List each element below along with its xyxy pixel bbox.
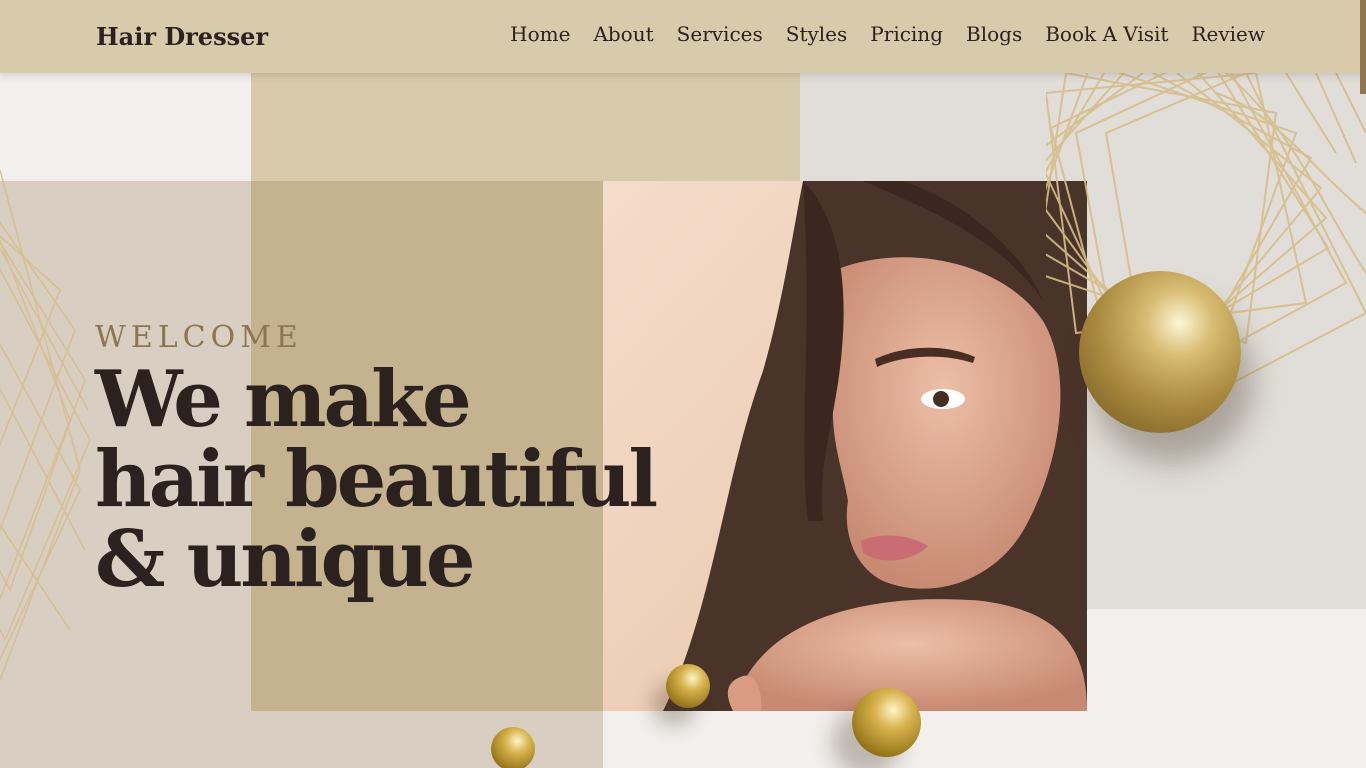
nav-pricing[interactable]: Pricing	[870, 22, 943, 46]
background-block	[251, 73, 800, 181]
gold-sphere-decoration	[491, 727, 535, 768]
hero-headline-line: & unique	[95, 514, 476, 605]
gold-sphere-decoration	[666, 664, 710, 708]
hero-portrait-photo	[603, 181, 1087, 711]
wire-spiral-decoration	[0, 170, 91, 680]
nav-services[interactable]: Services	[677, 22, 763, 46]
nav-home[interactable]: Home	[510, 22, 570, 46]
hero-headline: We make hair beautiful & unique	[95, 354, 658, 605]
page: WELCOME We make hair beautiful & unique	[0, 0, 1366, 768]
scrollbar-thumb[interactable]	[1360, 0, 1366, 94]
gold-sphere-decoration	[1079, 271, 1241, 433]
gold-sphere-decoration	[852, 688, 921, 757]
nav-styles[interactable]: Styles	[786, 22, 848, 46]
hero-headline-line: hair beautiful	[95, 434, 658, 525]
nav-blogs[interactable]: Blogs	[966, 22, 1022, 46]
site-logo[interactable]: Hair Dresser	[96, 22, 268, 51]
nav-review[interactable]: Review	[1191, 22, 1265, 46]
main-nav: Home About Services Styles Pricing Blogs…	[510, 22, 1265, 46]
hero-headline-line: We make	[95, 354, 472, 445]
site-header: Hair Dresser Home About Services Styles …	[0, 0, 1366, 73]
hero-welcome-label: WELCOME	[95, 320, 303, 355]
background-block	[0, 73, 251, 181]
nav-about[interactable]: About	[593, 22, 653, 46]
nav-book-a-visit[interactable]: Book A Visit	[1045, 22, 1168, 46]
